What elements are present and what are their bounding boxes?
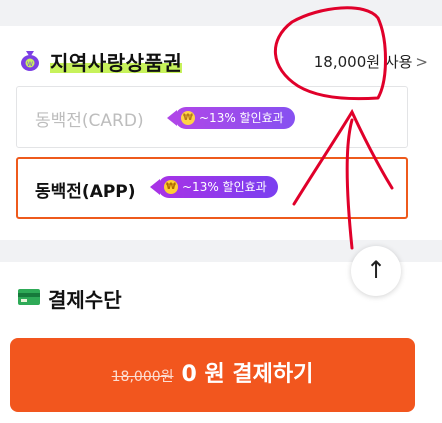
option-label: 동백전(CARD) bbox=[35, 111, 144, 131]
top-spacer bbox=[0, 0, 442, 26]
original-price: 18,000원 bbox=[111, 369, 174, 385]
svg-text:W: W bbox=[27, 61, 33, 68]
pay-button-label: 0 원 결제하기 bbox=[181, 362, 314, 387]
discount-badge-text: ~13% 할인효과 bbox=[182, 180, 267, 194]
local-voucher-section: W 지역사랑상품권 18,000원 사용 > 동백전(CARD) ₩ ~13% 할인… bbox=[0, 26, 442, 240]
money-bag-icon: W bbox=[21, 51, 39, 71]
coin-icon: ₩ bbox=[181, 111, 195, 125]
pay-button[interactable]: 18,000원 0 원 결제하기 bbox=[10, 338, 415, 412]
discount-badge-text: ~13% 할인효과 bbox=[199, 111, 284, 125]
voucher-title: 지역사랑상품권 bbox=[50, 47, 183, 76]
chevron-right-icon: > bbox=[415, 53, 428, 71]
discount-badge: ₩ ~13% 할인효과 bbox=[167, 107, 295, 129]
option-dongbaek-card[interactable]: 동백전(CARD) ₩ ~13% 할인효과 bbox=[16, 86, 408, 148]
discount-badge: ₩ ~13% 할인효과 bbox=[150, 176, 278, 198]
coin-icon: ₩ bbox=[164, 180, 178, 194]
option-dongbaek-app[interactable]: 동백전(APP) ₩ ~13% 할인효과 bbox=[16, 157, 408, 219]
arrow-up-icon: ↑ bbox=[365, 256, 387, 284]
option-label: 동백전(APP) bbox=[35, 182, 136, 202]
scroll-to-top-button[interactable]: ↑ bbox=[351, 246, 401, 296]
credit-card-icon bbox=[18, 289, 40, 305]
payment-method-title: 결제수단 bbox=[48, 288, 122, 312]
voucher-usage-text: 18,000원 사용 bbox=[313, 53, 413, 71]
card-stripe bbox=[18, 293, 40, 297]
voucher-usage-link[interactable]: 18,000원 사용 > bbox=[314, 51, 428, 72]
card-chip bbox=[21, 299, 27, 302]
voucher-header: W 지역사랑상품권 18,000원 사용 > bbox=[18, 46, 428, 76]
